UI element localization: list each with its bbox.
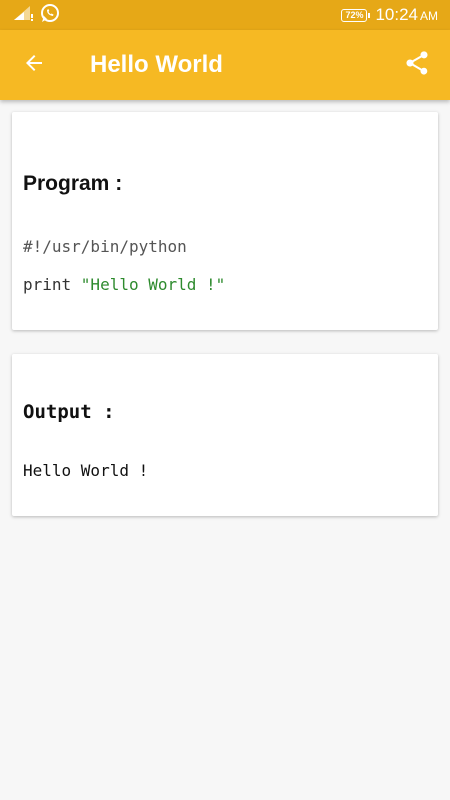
code-string: "Hello World !" — [80, 275, 226, 294]
back-arrow-icon — [22, 51, 46, 80]
output-card: Output : Hello World ! — [12, 354, 438, 516]
clock-ampm: AM — [420, 9, 438, 23]
clock-time: 10:24 — [375, 5, 418, 24]
app-bar: Hello World — [0, 30, 450, 100]
program-heading: Program : — [23, 172, 123, 195]
code-line-print: print "Hello World !" — [23, 275, 225, 294]
output-heading: Output : — [23, 401, 115, 423]
code-line-shebang: #!/usr/bin/python — [23, 237, 187, 256]
program-card: Program : #!/usr/bin/python print "Hello… — [12, 112, 438, 330]
back-button[interactable] — [20, 51, 48, 79]
signal-icon — [12, 5, 34, 26]
share-button[interactable] — [402, 50, 432, 80]
battery-icon: 72% — [341, 8, 371, 22]
status-left — [12, 3, 60, 28]
status-right: 72% 10:24 AM — [341, 5, 438, 25]
share-icon — [403, 49, 431, 82]
whatsapp-icon — [40, 3, 60, 28]
output-text: Hello World ! — [23, 461, 149, 480]
clock: 10:24 AM — [375, 5, 438, 25]
code-keyword: print — [23, 275, 81, 294]
app-title: Hello World — [90, 51, 223, 78]
status-bar: 72% 10:24 AM — [0, 0, 450, 30]
